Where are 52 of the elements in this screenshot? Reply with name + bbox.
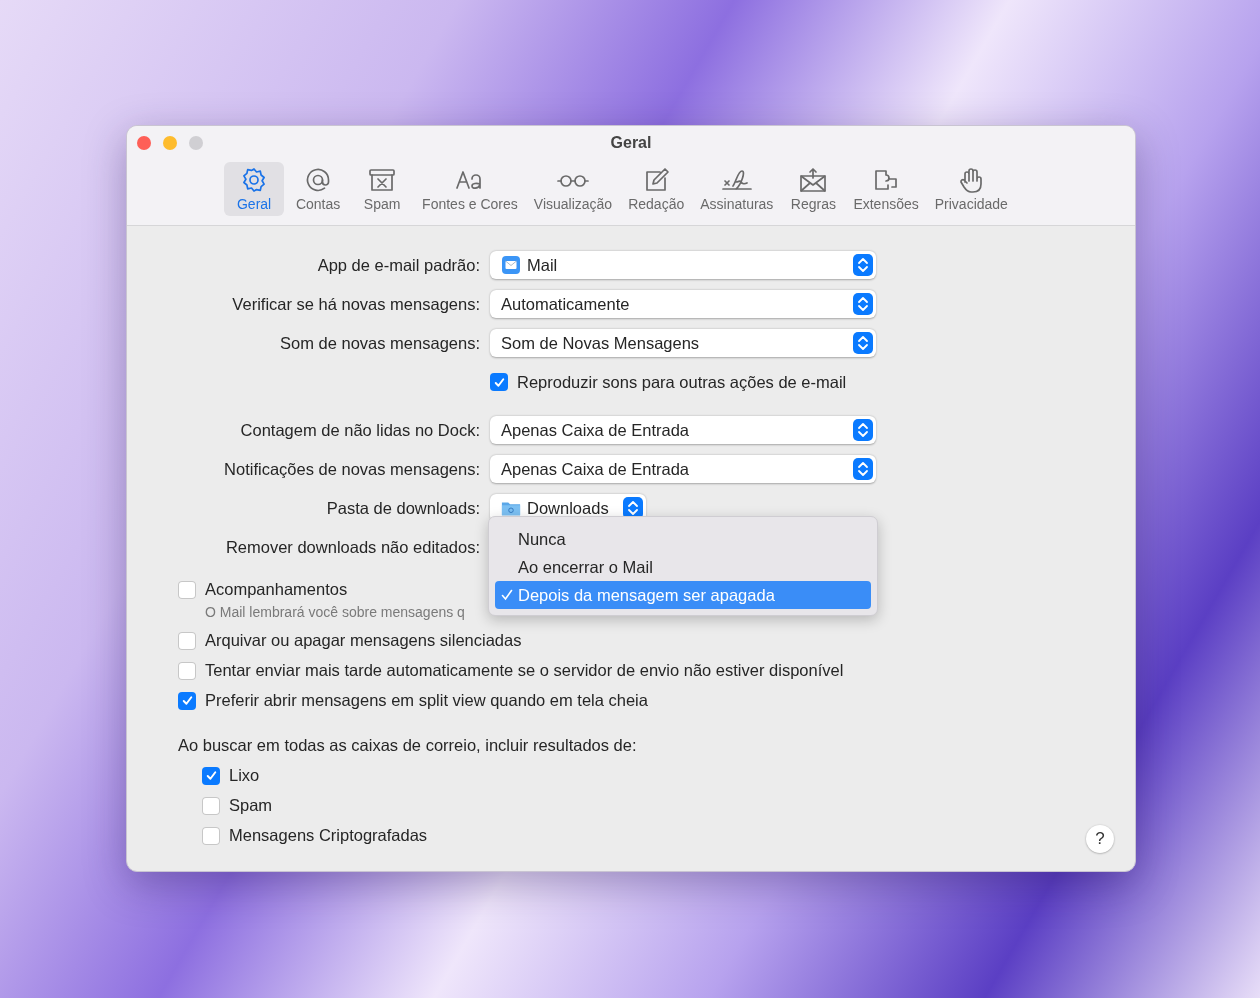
close-button[interactable] — [137, 136, 151, 150]
chevron-updown-icon — [853, 332, 873, 354]
chevron-updown-icon — [853, 458, 873, 480]
chevron-updown-icon — [853, 419, 873, 441]
chevron-updown-icon — [853, 254, 873, 276]
chevron-updown-icon — [622, 497, 643, 519]
toolbar-tab[interactable]: Redação — [622, 162, 691, 216]
menu-item[interactable]: Ao encerrar o Mail — [495, 553, 871, 581]
checkbox[interactable]: Acompanhamentos — [178, 580, 348, 599]
toolbar-tab[interactable]: Visualização — [527, 162, 619, 216]
toolbar-tab[interactable]: Assinaturas — [694, 162, 780, 216]
checkbox-box[interactable] — [178, 580, 196, 599]
popup-button[interactable]: Apenas Caixa de Entrada — [490, 455, 876, 483]
zoom-button[interactable] — [189, 136, 203, 150]
checkbox-box[interactable] — [202, 766, 220, 785]
chevron-updown-icon — [853, 293, 873, 315]
toolbar-tab[interactable]: Spam — [352, 162, 413, 216]
toolbar-tab[interactable]: Fontes e Cores — [416, 162, 524, 216]
menu-item[interactable]: Nunca — [495, 525, 871, 553]
toolbar-tab[interactable]: Extensões — [847, 162, 925, 216]
toolbar-tab[interactable]: Contas — [288, 162, 349, 216]
field-label: Verificar se há novas mensagens: — [232, 294, 480, 314]
checkbox-box[interactable] — [178, 661, 196, 680]
checkbox-label: Spam — [229, 796, 273, 815]
checkbox-box[interactable] — [202, 826, 220, 845]
checkbox[interactable]: Lixo — [202, 766, 260, 785]
checkbox-label: Acompanhamentos — [205, 580, 348, 599]
checkbox-box[interactable] — [202, 796, 220, 815]
checkbox[interactable]: Spam — [202, 796, 273, 815]
field-label: Contagem de não lidas no Dock: — [240, 420, 480, 440]
envelope-app-icon — [501, 255, 521, 275]
window-title: Geral — [610, 134, 652, 152]
section-heading: Ao buscar em todas as caixas de correio, incluir resultados de: — [178, 736, 638, 755]
field-label: App de e-mail padrão: — [317, 255, 480, 275]
field-label: Pasta de downloads: — [326, 498, 480, 518]
checkbox-box[interactable] — [178, 691, 196, 710]
toolbar-tab[interactable]: Privacidade — [928, 162, 1014, 216]
popup-button[interactable]: Mail — [490, 251, 876, 279]
help-button[interactable]: ? — [1086, 825, 1114, 853]
checkmark-icon — [501, 589, 513, 601]
checkbox-label: Lixo — [229, 766, 260, 785]
popup-button[interactable]: Apenas Caixa de Entrada — [490, 416, 876, 444]
field-label: Som de novas mensagens: — [280, 333, 480, 353]
checkbox-box[interactable] — [490, 373, 508, 391]
minimize-button[interactable] — [163, 136, 177, 150]
popup-button[interactable]: Automaticamente — [490, 290, 876, 318]
popup-button[interactable]: Som de Novas Mensagens — [490, 329, 876, 357]
hint-text: O Mail lembrará você sobre mensagens q — [204, 604, 466, 620]
toolbar-tab[interactable]: Regras — [783, 162, 844, 216]
field-label: Notificações de novas mensagens: — [224, 459, 480, 479]
field-label: Remover downloads não editados: — [225, 537, 480, 557]
checkbox-box[interactable] — [178, 631, 196, 650]
